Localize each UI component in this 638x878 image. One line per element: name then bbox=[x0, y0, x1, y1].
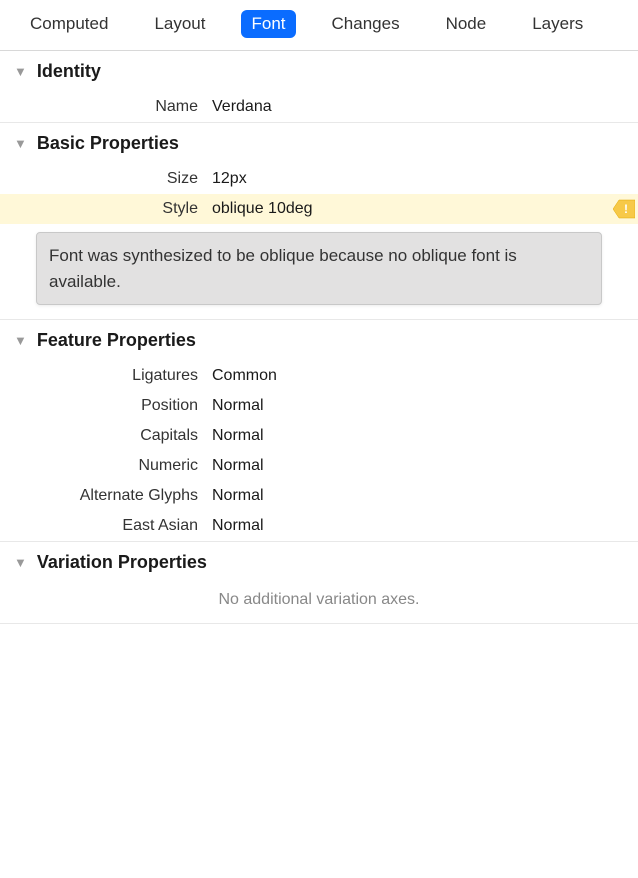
section-identity: ▼ Identity Name Verdana bbox=[0, 51, 638, 123]
section-basic: ▼ Basic Properties Size 12px Style obliq… bbox=[0, 123, 638, 320]
row-style: Style oblique 10deg ! bbox=[0, 194, 638, 224]
disclosure-triangle-icon: ▼ bbox=[14, 333, 27, 348]
disclosure-triangle-icon: ▼ bbox=[14, 64, 27, 79]
value-size[interactable]: 12px bbox=[212, 170, 638, 188]
section-feature-header[interactable]: ▼ Feature Properties bbox=[0, 320, 638, 361]
value-east-asian[interactable]: Normal bbox=[212, 517, 638, 535]
tab-font[interactable]: Font bbox=[241, 10, 295, 38]
section-variation-header[interactable]: ▼ Variation Properties bbox=[0, 542, 638, 583]
value-position[interactable]: Normal bbox=[212, 397, 638, 415]
section-basic-header[interactable]: ▼ Basic Properties bbox=[0, 123, 638, 164]
tab-computed[interactable]: Computed bbox=[20, 10, 118, 38]
row-name: Name Verdana bbox=[0, 92, 638, 122]
value-numeric[interactable]: Normal bbox=[212, 457, 638, 475]
value-alternate-glyphs[interactable]: Normal bbox=[212, 487, 638, 505]
tabs-bar: Computed Layout Font Changes Node Layers bbox=[0, 0, 638, 51]
section-identity-header[interactable]: ▼ Identity bbox=[0, 51, 638, 92]
row-alternate-glyphs: Alternate Glyphs Normal bbox=[0, 481, 638, 511]
warning-tooltip: Font was synthesized to be oblique becau… bbox=[36, 232, 602, 305]
section-variation: ▼ Variation Properties No additional var… bbox=[0, 542, 638, 624]
label-alternate-glyphs: Alternate Glyphs bbox=[0, 487, 212, 505]
variation-empty-state: No additional variation axes. bbox=[0, 583, 638, 623]
row-east-asian: East Asian Normal bbox=[0, 511, 638, 541]
disclosure-triangle-icon: ▼ bbox=[14, 555, 27, 570]
tab-node[interactable]: Node bbox=[436, 10, 497, 38]
tab-layout[interactable]: Layout bbox=[144, 10, 215, 38]
warning-badge[interactable]: ! bbox=[610, 196, 638, 222]
section-title: Feature Properties bbox=[37, 330, 196, 351]
value-style[interactable]: oblique 10deg bbox=[212, 200, 638, 218]
row-size: Size 12px bbox=[0, 164, 638, 194]
svg-text:!: ! bbox=[624, 202, 628, 216]
section-title: Variation Properties bbox=[37, 552, 207, 573]
section-title: Basic Properties bbox=[37, 133, 179, 154]
label-position: Position bbox=[0, 397, 212, 415]
label-name: Name bbox=[0, 98, 212, 116]
tab-layers[interactable]: Layers bbox=[522, 10, 593, 38]
row-position: Position Normal bbox=[0, 391, 638, 421]
label-east-asian: East Asian bbox=[0, 517, 212, 535]
warning-icon: ! bbox=[613, 199, 635, 219]
value-name[interactable]: Verdana bbox=[212, 98, 638, 116]
row-capitals: Capitals Normal bbox=[0, 421, 638, 451]
label-ligatures: Ligatures bbox=[0, 367, 212, 385]
section-title: Identity bbox=[37, 61, 101, 82]
label-style: Style bbox=[0, 200, 212, 218]
label-capitals: Capitals bbox=[0, 427, 212, 445]
value-capitals[interactable]: Normal bbox=[212, 427, 638, 445]
label-numeric: Numeric bbox=[0, 457, 212, 475]
row-ligatures: Ligatures Common bbox=[0, 361, 638, 391]
tab-changes[interactable]: Changes bbox=[322, 10, 410, 38]
disclosure-triangle-icon: ▼ bbox=[14, 136, 27, 151]
label-size: Size bbox=[0, 170, 212, 188]
row-numeric: Numeric Normal bbox=[0, 451, 638, 481]
section-feature: ▼ Feature Properties Ligatures Common Po… bbox=[0, 320, 638, 542]
value-ligatures[interactable]: Common bbox=[212, 367, 638, 385]
